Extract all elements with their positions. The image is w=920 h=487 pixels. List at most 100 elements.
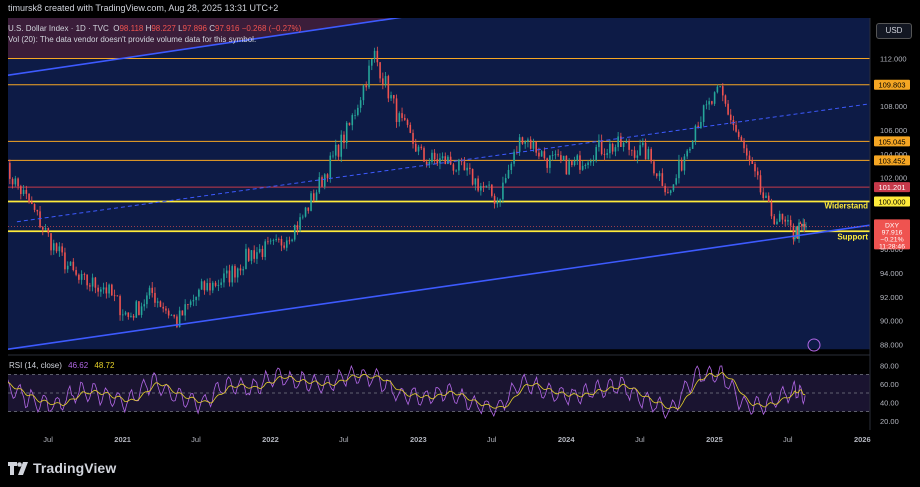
symbol-title[interactable]: U.S. Dollar Index · 1D · TVC [8, 24, 109, 33]
candle-body [256, 252, 258, 259]
candle-body [368, 65, 370, 88]
candle-body [253, 250, 255, 259]
level-label-5: 100.000 [878, 197, 905, 206]
candle-body [52, 243, 55, 251]
main-pane[interactable]: Widerstand Support [6, 0, 870, 351]
candle-body [491, 184, 493, 196]
candle-body [622, 142, 625, 147]
candle-body [318, 177, 321, 193]
candle-body [22, 189, 25, 195]
candle-body [272, 240, 275, 241]
candle-body [686, 150, 688, 157]
currency-selector[interactable]: USD [876, 23, 912, 39]
candle-body [406, 119, 409, 125]
candle-body [39, 211, 41, 228]
candle-body [75, 270, 77, 275]
candle-body [398, 113, 401, 123]
candle-body [631, 149, 633, 151]
candle-body [78, 274, 80, 280]
candle-body [719, 86, 721, 87]
candle-body [447, 156, 449, 164]
candle-body [518, 137, 521, 152]
candle-body [587, 162, 589, 166]
candle-body [496, 201, 499, 204]
candle-body [507, 169, 510, 179]
candle-body [792, 225, 795, 240]
candle-body [261, 248, 264, 257]
rsi-tick-2: 40.00 [880, 398, 899, 407]
candle-body [116, 295, 119, 297]
candle-body [9, 162, 11, 179]
candle-body [105, 287, 108, 294]
candle-body [794, 237, 796, 240]
candle-body [209, 283, 211, 291]
rsi-legend: RSI (14, close) 46.62 48.72 [9, 361, 114, 370]
low-value: 97.896 [182, 24, 207, 33]
candle-body [376, 50, 379, 63]
price-chart[interactable]: WiderstandSupport 114.000112.000110.0001… [0, 0, 920, 454]
candle-body [773, 216, 776, 225]
price-axis[interactable]: 114.000112.000110.000108.000106.000104.0… [874, 31, 910, 350]
candle-body [100, 289, 102, 292]
candle-body [409, 124, 412, 133]
time-tick-7: 2024 [558, 435, 576, 444]
candle-body [796, 226, 799, 239]
tradingview-logo[interactable]: TradingView [8, 460, 116, 476]
candle-body [658, 173, 661, 177]
candle-body [326, 174, 329, 179]
candle-body [571, 161, 573, 166]
rsi-title[interactable]: RSI (14, close) [9, 361, 62, 370]
candle-body [417, 146, 420, 152]
candle-body [694, 125, 697, 142]
candle-body [382, 78, 384, 85]
time-tick-11: 2026 [854, 435, 871, 444]
candle-body [66, 265, 69, 270]
candle-body [721, 86, 724, 96]
candle-body [527, 139, 529, 142]
candle-body [61, 246, 63, 253]
candle-body [606, 153, 608, 155]
candle-body [546, 158, 548, 168]
candle-body [433, 152, 436, 160]
candle-body [247, 248, 250, 261]
candle-body [170, 314, 173, 316]
candle-body [711, 101, 713, 104]
candle-body [321, 177, 323, 187]
rsi-pane[interactable] [4, 364, 870, 420]
candle-body [127, 312, 130, 317]
rsi-axis[interactable]: 80.00 60.00 40.00 20.00 [880, 361, 899, 426]
candle-body [332, 155, 334, 157]
candle-body [165, 308, 167, 311]
time-tick-0: Jul [43, 435, 53, 444]
high-value: 98.227 [151, 24, 176, 33]
candle-body [25, 189, 28, 194]
time-tick-10: Jul [783, 435, 793, 444]
candle-body [162, 306, 164, 309]
candle-body [573, 160, 576, 166]
time-tick-1: 2021 [114, 435, 131, 444]
candle-body [36, 209, 39, 212]
candle-body [557, 154, 559, 156]
candle-body [225, 270, 228, 274]
candle-body [192, 300, 195, 302]
candle-body [436, 159, 439, 164]
price-tick-10: 94.000 [880, 269, 903, 278]
price-tick-4: 106.000 [880, 126, 907, 135]
rsi-tick-1: 60.00 [880, 380, 899, 389]
time-tick-6: Jul [487, 435, 497, 444]
candle-body [296, 225, 299, 230]
candle-body [86, 274, 88, 286]
volume-legend: Vol (20): The data vendor doesn't provid… [8, 35, 257, 44]
candle-body [387, 76, 390, 99]
time-axis[interactable]: Jul 2021 Jul 2022 Jul 2023 Jul 2024 Jul 2025 Jul 20… [43, 435, 870, 444]
candle-body [756, 171, 759, 176]
candle-body [683, 156, 686, 171]
candle-body [288, 240, 291, 242]
candle-body [198, 289, 200, 297]
candle-body [280, 239, 283, 246]
price-tick-3: 108.000 [880, 102, 907, 111]
candle-body [633, 150, 636, 158]
level-annotation-6: Support [837, 232, 868, 241]
candle-body [463, 161, 466, 171]
candle-body [395, 98, 398, 123]
